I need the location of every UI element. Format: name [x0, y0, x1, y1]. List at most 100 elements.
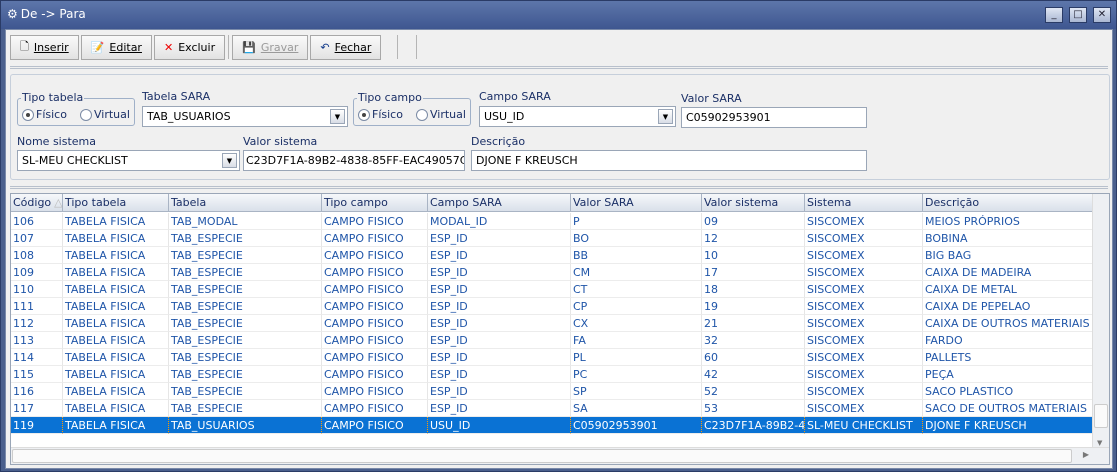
table-cell: MEIOS PRÓPRIOS — [923, 213, 1096, 230]
table-cell: CAMPO FISICO — [322, 230, 428, 247]
campo-sara-select[interactable]: USU_ID ▼ — [479, 106, 676, 127]
column-header[interactable]: Tabela — [169, 194, 322, 212]
table-cell: CAIXA DE METAL — [923, 281, 1096, 298]
column-header[interactable]: Descrição — [923, 194, 1096, 212]
table-cell: PALLETS — [923, 349, 1096, 366]
table-cell: SISCOMEX — [805, 247, 923, 264]
table-cell: SACO PLASTICO — [923, 383, 1096, 400]
table-cell: ESP_ID — [428, 383, 571, 400]
column-header[interactable]: Tipo campo — [322, 194, 428, 212]
table-cell: BIG BAG — [923, 247, 1096, 264]
descricao-label: Descrição — [471, 135, 526, 148]
table-cell: CAMPO FISICO — [322, 366, 428, 383]
table-cell: TAB_ESPECIE — [169, 366, 322, 383]
table-cell: SISCOMEX — [805, 315, 923, 332]
table-cell: 110 — [11, 281, 63, 298]
table-cell: 52 — [702, 383, 805, 400]
scroll-down-icon[interactable]: ▼ — [1097, 439, 1102, 447]
close-button[interactable]: ↶ Fechar — [310, 35, 382, 60]
toolbar-separator — [416, 35, 418, 59]
table-cell: SISCOMEX — [805, 332, 923, 349]
table-cell: 109 — [11, 264, 63, 281]
window-title: ⚙ De -> Para — [7, 7, 86, 21]
maximize-button[interactable]: □ — [1069, 7, 1087, 23]
table-cell: ESP_ID — [428, 366, 571, 383]
horizontal-scrollbar[interactable]: ▶ — [11, 447, 1109, 464]
new-document-icon: 🗋 — [20, 40, 29, 53]
scroll-right-icon[interactable]: ▶ — [1083, 450, 1089, 459]
table-cell: CAMPO FISICO — [322, 247, 428, 264]
table-cell: PEÇA — [923, 366, 1096, 383]
table-cell: CX — [571, 315, 702, 332]
table-cell: SA — [571, 400, 702, 417]
table-cell: 53 — [702, 400, 805, 417]
delete-button[interactable]: ✕ Excluir — [153, 35, 226, 60]
valor-sara-input[interactable]: C05902953901 — [681, 107, 867, 128]
table-cell: SL-MEU CHECKLIST — [805, 417, 923, 434]
table-cell: SACO DE OUTROS MATERIAIS — [923, 400, 1096, 417]
table-cell: FARDO — [923, 332, 1096, 349]
scroll-thumb[interactable] — [1094, 404, 1108, 428]
tipo-campo-virtual-radio[interactable]: Virtual — [416, 108, 466, 121]
table-cell: 21 — [702, 315, 805, 332]
table-cell: ESP_ID — [428, 315, 571, 332]
save-button[interactable]: 💾 Gravar — [232, 35, 309, 60]
table-cell: ESP_ID — [428, 230, 571, 247]
column-header[interactable]: Campo SARA — [428, 194, 571, 212]
table-cell: P — [571, 213, 702, 230]
table-cell: SISCOMEX — [805, 366, 923, 383]
table-cell: SP — [571, 383, 702, 400]
chevron-down-icon[interactable]: ▼ — [658, 109, 673, 124]
chevron-down-icon[interactable]: ▼ — [222, 153, 237, 168]
column-header[interactable]: Valor SARA — [571, 194, 702, 212]
table-cell: TABELA FISICA — [63, 281, 169, 298]
tipo-tabela-virtual-radio[interactable]: Virtual — [80, 108, 130, 121]
nome-sistema-select[interactable]: SL-MEU CHECKLIST ▼ — [17, 150, 240, 171]
table-cell: TAB_ESPECIE — [169, 264, 322, 281]
table-cell: CP — [571, 298, 702, 315]
valor-sistema-label: Valor sistema — [243, 135, 318, 148]
close-window-button[interactable]: ✕ — [1093, 7, 1111, 23]
table-cell: CAIXA DE OUTROS MATERIAIS — [923, 315, 1096, 332]
insert-button[interactable]: 🗋 Inserir — [10, 35, 79, 60]
minimize-button[interactable]: _ — [1045, 7, 1063, 23]
table-cell: TAB_ESPECIE — [169, 247, 322, 264]
edit-button[interactable]: 📝 Editar — [80, 35, 152, 60]
table-cell: BO — [571, 230, 702, 247]
table-cell: 60 — [702, 349, 805, 366]
table-cell: 117 — [11, 400, 63, 417]
toolbar-separator — [397, 35, 399, 59]
column-header[interactable]: Tipo tabela — [63, 194, 169, 212]
table-cell: TABELA FISICA — [63, 315, 169, 332]
tipo-campo-fisico-radio[interactable]: Físico — [358, 108, 403, 121]
filter-panel: Tipo tabela Físico Virtual Tabela SARA T… — [10, 74, 1110, 180]
scroll-thumb[interactable] — [12, 449, 1072, 463]
descricao-input[interactable]: DJONE F KREUSCH — [471, 150, 867, 171]
chevron-down-icon[interactable]: ▼ — [330, 109, 345, 124]
table-cell: TAB_ESPECIE — [169, 315, 322, 332]
table-cell: TABELA FISICA — [63, 298, 169, 315]
vertical-scrollbar[interactable]: ▼ — [1092, 194, 1109, 449]
table-cell: TABELA FISICA — [63, 417, 169, 434]
valor-sistema-input[interactable]: C23D7F1A-89B2-4838-85FF-EAC49057C433 — [243, 150, 465, 171]
table-cell: C23D7F1A-89B2-4838-85FF-EAC49057C433 — [702, 417, 805, 434]
tabela-sara-select[interactable]: TAB_USUARIOS ▼ — [142, 106, 348, 127]
table-cell: ESP_ID — [428, 332, 571, 349]
table-cell: TABELA FISICA — [63, 383, 169, 400]
column-header[interactable]: Sistema — [805, 194, 923, 212]
table-cell: ESP_ID — [428, 281, 571, 298]
column-header[interactable]: Valor sistema — [702, 194, 805, 212]
table-cell: CAMPO FISICO — [322, 349, 428, 366]
table-cell: 12 — [702, 230, 805, 247]
column-header[interactable]: Código △ — [11, 194, 63, 212]
table-cell: PL — [571, 349, 702, 366]
table-cell: SISCOMEX — [805, 230, 923, 247]
table-cell: 112 — [11, 315, 63, 332]
edit-document-icon: 📝 — [90, 41, 105, 54]
table-cell: 111 — [11, 298, 63, 315]
table-cell: 09 — [702, 213, 805, 230]
valor-sara-label: Valor SARA — [681, 92, 742, 105]
table-cell: 19 — [702, 298, 805, 315]
tipo-tabela-fisico-radio[interactable]: Físico — [22, 108, 67, 121]
table-cell: CM — [571, 264, 702, 281]
